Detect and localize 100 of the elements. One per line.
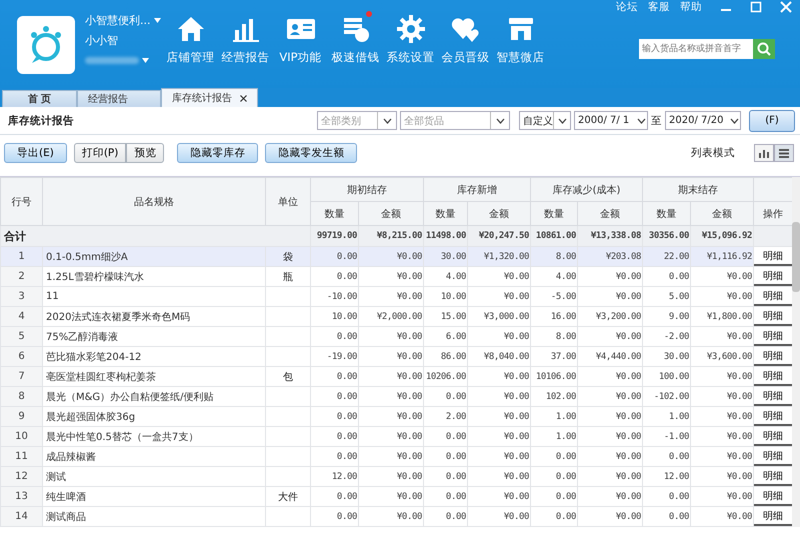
close-icon[interactable]: [240, 94, 247, 102]
date-picker[interactable]: 2000/ 7/ 1: [574, 111, 648, 130]
total-label: 合计: [0, 226, 310, 246]
table-row[interactable]: 10 晨光中性笔0.5替芯（一盒共7支） 0.00 ¥0.00 0.00 ¥0.00 1.00 ¥0.00 -1.00 ¥0.00 明细: [0, 426, 792, 446]
table-cell: 1.25L雪碧柠檬味汽水: [42, 266, 266, 286]
table-cell: 0.00: [310, 446, 358, 466]
nav-button[interactable]: 店铺管理: [163, 14, 218, 88]
row-number: 4: [0, 306, 42, 326]
bar-chart-icon: [759, 148, 769, 158]
row-number: 5: [0, 326, 42, 346]
table-cell: 6.00: [424, 326, 468, 346]
toolbar-button[interactable]: 导出(E): [4, 143, 67, 163]
table-cell: ¥0.00: [468, 366, 530, 386]
column-group-header: 期末结存: [642, 178, 754, 202]
table-cell: 亳医堂桂圆红枣枸杞姜茶: [42, 366, 266, 386]
table-cell: ¥0.00: [468, 286, 530, 306]
table-row[interactable]: 12 测试 12.00 ¥0.00 0.00 ¥0.00 0.00 ¥0.00 12.00 ¥0.00 明细: [0, 466, 792, 486]
toolbar-button[interactable]: 打印(P): [74, 143, 126, 163]
table-cell: ¥0.00: [578, 366, 642, 386]
table-cell: ¥0.00: [358, 506, 424, 526]
nav-button[interactable]: 智慧微店: [493, 14, 548, 88]
tab[interactable]: 经营报告: [77, 90, 161, 107]
column-group-header: 期初结存: [310, 178, 424, 202]
table-cell: 大件: [266, 486, 310, 506]
table-cell: ¥0.00: [468, 486, 530, 506]
search-button[interactable]: [753, 39, 775, 59]
table-cell: 0.00: [310, 506, 358, 526]
list-icon: [779, 148, 789, 158]
table-cell: 芭比猫水彩笔204-12: [42, 346, 266, 366]
table-cell: 0.00: [424, 506, 468, 526]
toolbar-button[interactable]: 隐藏零库存: [177, 143, 258, 163]
table-cell: ¥0.00: [468, 326, 530, 346]
nav-button[interactable]: 经营报告: [218, 14, 273, 88]
table-row[interactable]: 8 晨光（M&G）办公自粘便签纸/便利贴 0.00 ¥0.00 0.00 ¥0.00 102.00 ¥0.00 -102.00 ¥0.00 明细: [0, 386, 792, 406]
table-cell: 8.00: [530, 326, 578, 346]
query-button[interactable]: (F): [749, 110, 795, 132]
table-cell: 纯生啤酒: [42, 486, 266, 506]
period-dropdown[interactable]: 自定义: [519, 111, 571, 130]
table-row[interactable]: 13 纯生啤酒 大件 0.00 ¥0.00 0.00 ¥0.00 0.00 ¥0.00 0.00 ¥0.00 明细: [0, 486, 792, 506]
table-cell: 0.00: [310, 406, 358, 426]
detail-button[interactable]: 明细: [754, 248, 792, 266]
nav-button[interactable]: 会员晋级: [438, 14, 493, 88]
row-number: 6: [0, 346, 42, 366]
row-number: 7: [0, 366, 42, 386]
maximize-icon[interactable]: [750, 1, 762, 13]
date-picker[interactable]: 2020/ 7/20: [665, 111, 741, 130]
toolbar-button[interactable]: 预览: [126, 143, 164, 163]
table-row[interactable]: 2 1.25L雪碧柠檬味汽水 瓶 0.00 ¥0.00 4.00 ¥0.00 4.00 ¥0.00 0.00 ¥0.00 明细: [0, 266, 792, 286]
table-cell: ¥0.00: [358, 386, 424, 406]
table-cell: 8.00: [530, 246, 578, 266]
table-row[interactable]: 4 2020法式连衣裙夏季米奇色M码 10.00 ¥2,000.00 15.00 ¥3,000.00 16.00 ¥3,200.00 9.00 ¥1,800.00 明细: [0, 306, 792, 326]
table-cell: 75%乙醇消毒液: [42, 326, 266, 346]
table-cell: ¥0.00: [468, 426, 530, 446]
table-row[interactable]: 14 测试商品 0.00 ¥0.00 0.00 ¥0.00 0.00 ¥0.00 0.00 ¥0.00 明细: [0, 506, 792, 526]
table-cell: 10106.00: [530, 366, 578, 386]
table-cell: 15.00: [424, 306, 468, 326]
column-header: 数量: [310, 202, 358, 226]
search-field[interactable]: 输入货品名称或拼音首字: [639, 39, 753, 59]
toolbar-button[interactable]: 隐藏零发生额: [265, 143, 358, 163]
table-cell: ¥0.00: [358, 426, 424, 446]
scrollbar[interactable]: [792, 177, 800, 527]
table-cell: 102.00: [530, 386, 578, 406]
table-cell: ¥0.00: [358, 366, 424, 386]
table-row[interactable]: 9 晨光超强固体胶36g 0.00 ¥0.00 2.00 ¥0.00 1.00 ¥0.00 1.00 ¥0.00 明细: [0, 406, 792, 426]
table-row[interactable]: 3 11 -10.00 ¥0.00 10.00 ¥0.00 -5.00 ¥0.00 5.00 ¥0.00 明细: [0, 286, 792, 306]
table-cell: 5.00: [642, 286, 690, 306]
nav-button[interactable]: 极速借钱: [328, 14, 383, 88]
store-name[interactable]: 小智慧便利...: [85, 13, 150, 28]
table-cell: ¥0.00: [578, 406, 642, 426]
table-row[interactable]: 5 75%乙醇消毒液 0.00 ¥0.00 6.00 ¥0.00 8.00 ¥0.00 -2.00 ¥0.00 明细: [0, 326, 792, 346]
report-title: 库存统计报告: [8, 114, 74, 128]
nav-button[interactable]: VIP功能: [273, 14, 328, 88]
caret-icon[interactable]: [154, 18, 160, 23]
table-cell: 成品辣椒酱: [42, 446, 266, 466]
gear-icon: [396, 14, 426, 44]
table-cell: ¥0.00: [468, 386, 530, 406]
table-cell: ¥3,200.00: [578, 306, 642, 326]
tab[interactable]: 库存统计报告: [161, 88, 258, 107]
table-cell: -2.00: [642, 326, 690, 346]
table-cell: 0.00: [424, 446, 468, 466]
table-cell: 86.00: [424, 346, 468, 366]
table-cell: ¥1,116.92: [690, 246, 754, 266]
table-cell: ¥0.00: [358, 466, 424, 486]
top-link[interactable]: 帮助: [680, 0, 702, 14]
table-cell: -1.00: [642, 426, 690, 446]
table-row[interactable]: 6 芭比猫水彩笔204-12 -19.00 ¥0.00 86.00 ¥8,040.00 37.00 ¥4,440.00 30.00 ¥3,600.00 明细: [0, 346, 792, 366]
table-row[interactable]: 7 亳医堂桂圆红枣枸杞姜茶 包 0.00 ¥0.00 10206.00 ¥0.00 10106.00 ¥0.00 100.00 ¥0.00 明细: [0, 366, 792, 386]
total-cell: 99719.00: [310, 226, 358, 246]
table-row[interactable]: 11 成品辣椒酱 0.00 ¥0.00 0.00 ¥0.00 0.00 ¥0.00 0.00 ¥0.00 明细: [0, 446, 792, 466]
table-cell: ¥0.00: [578, 266, 642, 286]
table-cell: 0.00: [424, 426, 468, 446]
table-row[interactable]: 1 0.1-0.5mm细沙A 袋 0.00 ¥0.00 30.00 ¥1,320.00 8.00 ¥203.08 22.00 ¥1,116.92 明细: [0, 246, 792, 266]
row-number: 13: [0, 486, 42, 506]
list-view-button[interactable]: [774, 144, 794, 162]
chart-view-button[interactable]: [754, 144, 774, 162]
table-cell: 10.00: [310, 306, 358, 326]
nav-button[interactable]: 系统设置: [383, 14, 438, 88]
table-cell: 晨光中性笔0.5替芯（一盒共7支）: [42, 426, 266, 446]
tab[interactable]: 首 页: [2, 90, 77, 107]
caret-icon[interactable]: [142, 58, 149, 63]
